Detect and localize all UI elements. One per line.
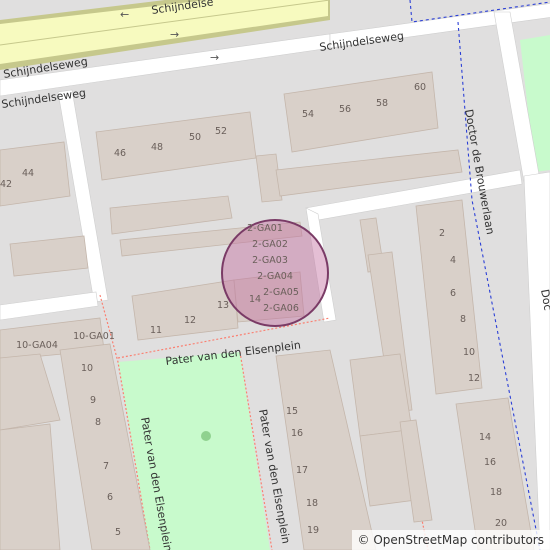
- house-number: 10-GA04: [16, 340, 58, 351]
- house-number: 2-GA02: [252, 239, 288, 250]
- house-number: 17: [296, 465, 308, 476]
- house-number: 10: [81, 363, 93, 374]
- house-number: 2-GA01: [247, 223, 283, 234]
- house-number: 2: [439, 228, 445, 239]
- house-number: 7: [103, 461, 109, 472]
- house-number: 2-GA03: [252, 255, 288, 266]
- house-number: 9: [90, 395, 96, 406]
- house-number: 6: [450, 288, 456, 299]
- house-number: 50: [189, 132, 201, 143]
- house-number: 54: [302, 109, 314, 120]
- house-number: 18: [306, 498, 318, 509]
- house-number: 58: [376, 98, 388, 109]
- house-number: 6: [107, 492, 113, 503]
- house-number: 60: [414, 82, 426, 93]
- house-number: 42: [0, 179, 12, 190]
- house-number: 11: [150, 325, 162, 336]
- house-number: 14: [249, 294, 261, 305]
- map-view[interactable]: ← → → Schijndelse Schijndelseweg Schijnd…: [0, 0, 550, 550]
- house-number: 16: [484, 457, 496, 468]
- house-number: 46: [114, 148, 126, 159]
- oneway-arrow-service-icon: →: [210, 51, 219, 64]
- house-number: 15: [286, 406, 298, 417]
- house-number: 10-GA01: [73, 331, 115, 342]
- house-number: 2-GA06: [263, 303, 299, 314]
- house-number: 8: [460, 314, 466, 325]
- attribution-text[interactable]: © OpenStreetMap contributors: [358, 533, 544, 547]
- house-number: 2-GA05: [263, 287, 299, 298]
- house-number: 4: [450, 255, 456, 266]
- house-number: 52: [215, 126, 227, 137]
- house-number: 13: [217, 300, 229, 311]
- house-number: 56: [339, 104, 351, 115]
- oneway-arrow-east-icon: →: [170, 28, 179, 41]
- house-number: 20: [495, 518, 507, 529]
- tree-icon: [201, 431, 211, 441]
- house-number: 48: [151, 142, 163, 153]
- house-number: 16: [291, 428, 303, 439]
- house-number: 12: [468, 373, 480, 384]
- oneway-arrow-west-icon: ←: [120, 8, 129, 21]
- house-number: 8: [95, 417, 101, 428]
- map-canvas[interactable]: ← → → Schijndelse Schijndelseweg Schijnd…: [0, 0, 550, 550]
- map-attribution[interactable]: © OpenStreetMap contributors: [351, 530, 550, 550]
- house-number: 2-GA04: [257, 271, 293, 282]
- house-number: 10: [463, 347, 475, 358]
- house-number: 44: [22, 168, 34, 179]
- house-number: 18: [490, 487, 502, 498]
- house-number: 12: [184, 315, 196, 326]
- house-number: 19: [307, 525, 319, 536]
- house-number: 5: [115, 527, 121, 538]
- house-number: 14: [479, 432, 491, 443]
